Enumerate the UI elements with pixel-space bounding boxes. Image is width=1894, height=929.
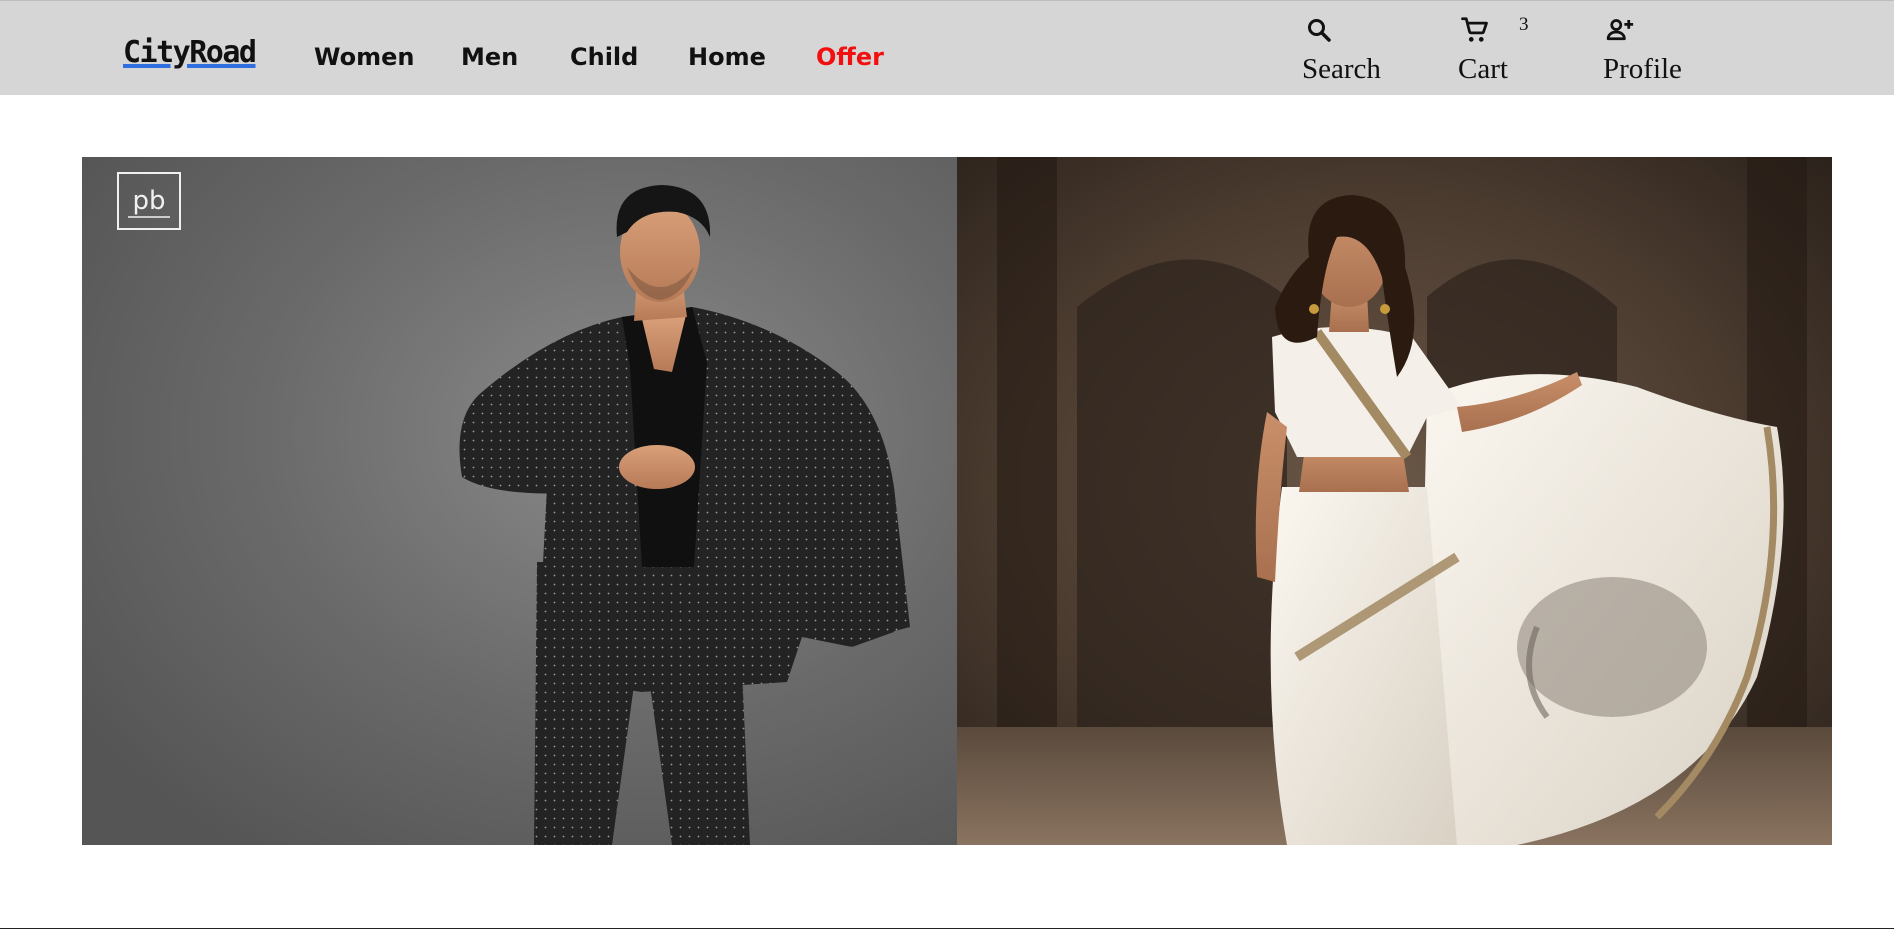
cart-count-badge: 3 <box>1519 14 1529 35</box>
nav-link-home[interactable]: Home <box>688 41 766 73</box>
cart-icon <box>1460 15 1490 45</box>
profile-label: Profile <box>1603 53 1682 85</box>
nav-link-men[interactable]: Men <box>461 41 518 73</box>
women-photo <box>957 157 1832 845</box>
nav-link-women[interactable]: Women <box>314 41 414 73</box>
brand-logo[interactable]: CityRoad <box>123 36 257 70</box>
hero-image-men[interactable]: pb <box>82 157 957 845</box>
search-icon <box>1304 15 1334 45</box>
svg-text:pb: pb <box>132 186 165 216</box>
add-person-icon <box>1605 15 1635 45</box>
profile-button[interactable]: Profile <box>1603 13 1713 89</box>
cart-label: Cart <box>1458 53 1508 85</box>
men-photo: pb <box>82 157 957 845</box>
search-button[interactable]: Search <box>1302 13 1402 89</box>
cart-button[interactable]: 3 Cart <box>1458 13 1558 89</box>
hero-image-women[interactable] <box>957 157 1832 845</box>
hero-banner[interactable]: pb <box>82 157 1832 845</box>
top-navbar: CityRoad Women Men Child Home Offer Sear… <box>0 0 1894 95</box>
search-label: Search <box>1302 53 1381 85</box>
nav-link-offer[interactable]: Offer <box>816 41 884 73</box>
nav-link-child[interactable]: Child <box>570 41 638 73</box>
